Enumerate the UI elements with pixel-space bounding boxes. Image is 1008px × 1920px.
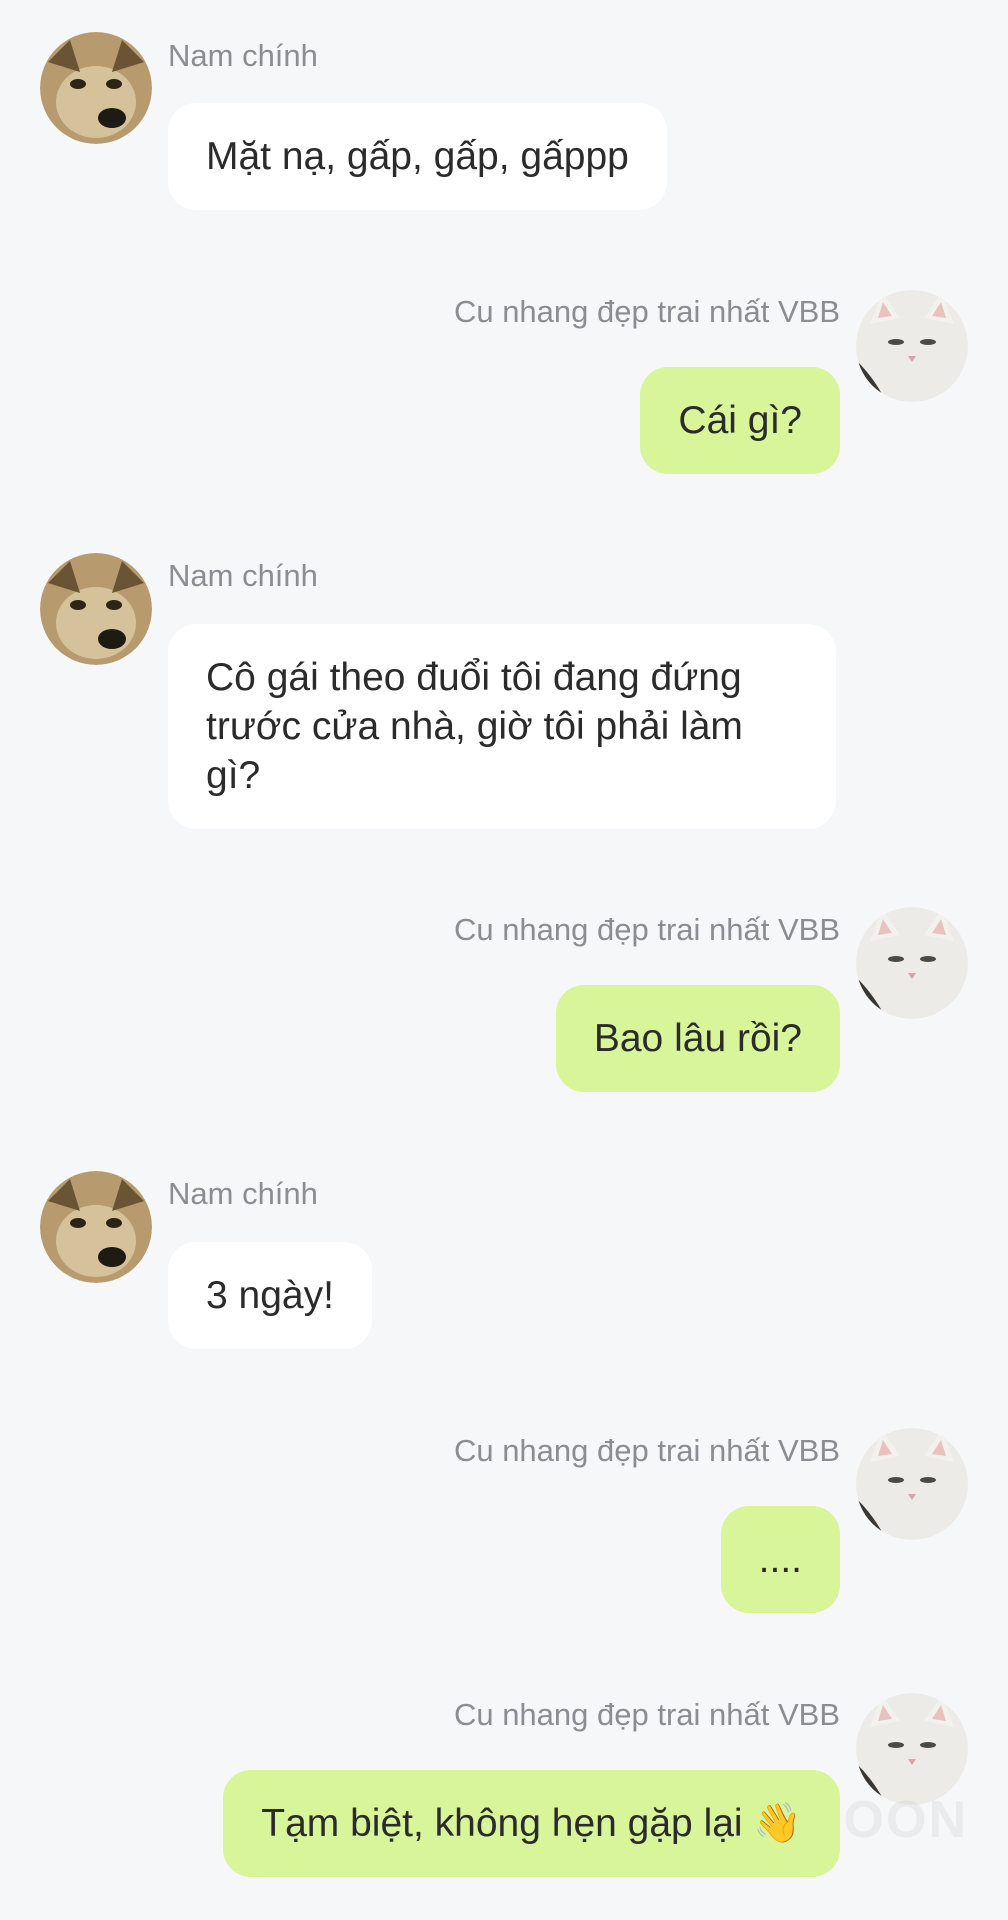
dog-avatar[interactable] xyxy=(40,553,152,665)
sender-name: Cu nhang đẹp trai nhất VBB xyxy=(453,1697,840,1732)
sender-name: Cu nhang đẹp trai nhất VBB xyxy=(453,294,840,329)
cat-face-icon xyxy=(856,1428,968,1540)
message-bubble[interactable]: Cái gì? xyxy=(640,367,840,474)
message-bubble[interactable]: .... xyxy=(720,1506,840,1613)
message-bubble[interactable]: 3 ngày! xyxy=(168,1242,372,1349)
sender-name: Nam chính xyxy=(168,38,318,73)
cat-avatar[interactable] xyxy=(856,907,968,1019)
cat-face-icon xyxy=(856,290,968,402)
message-bubble[interactable]: Mặt nạ, gấp, gấp, gấppp xyxy=(168,103,667,210)
sender-name: Nam chính xyxy=(168,1176,318,1211)
sender-name: Cu nhang đẹp trai nhất VBB xyxy=(453,1433,840,1468)
dog-face-icon xyxy=(40,32,152,144)
cat-avatar[interactable] xyxy=(856,1428,968,1540)
dog-avatar[interactable] xyxy=(40,32,152,144)
message-bubble[interactable]: Tạm biệt, không hẹn gặp lại 👋 xyxy=(223,1770,840,1877)
dog-avatar[interactable] xyxy=(40,1171,152,1283)
message-bubble[interactable]: Cô gái theo đuổi tôi đang đứng trước cửa… xyxy=(168,624,836,829)
sender-name: Cu nhang đẹp trai nhất VBB xyxy=(453,912,840,947)
watermark: OON xyxy=(843,1791,968,1849)
sender-name: Nam chính xyxy=(168,558,318,593)
cat-avatar[interactable] xyxy=(856,1693,968,1805)
dog-face-icon xyxy=(40,553,152,665)
cat-face-icon xyxy=(856,1693,968,1805)
dog-face-icon xyxy=(40,1171,152,1283)
cat-face-icon xyxy=(856,907,968,1019)
message-bubble[interactable]: Bao lâu rồi? xyxy=(555,985,840,1092)
cat-avatar[interactable] xyxy=(856,290,968,402)
